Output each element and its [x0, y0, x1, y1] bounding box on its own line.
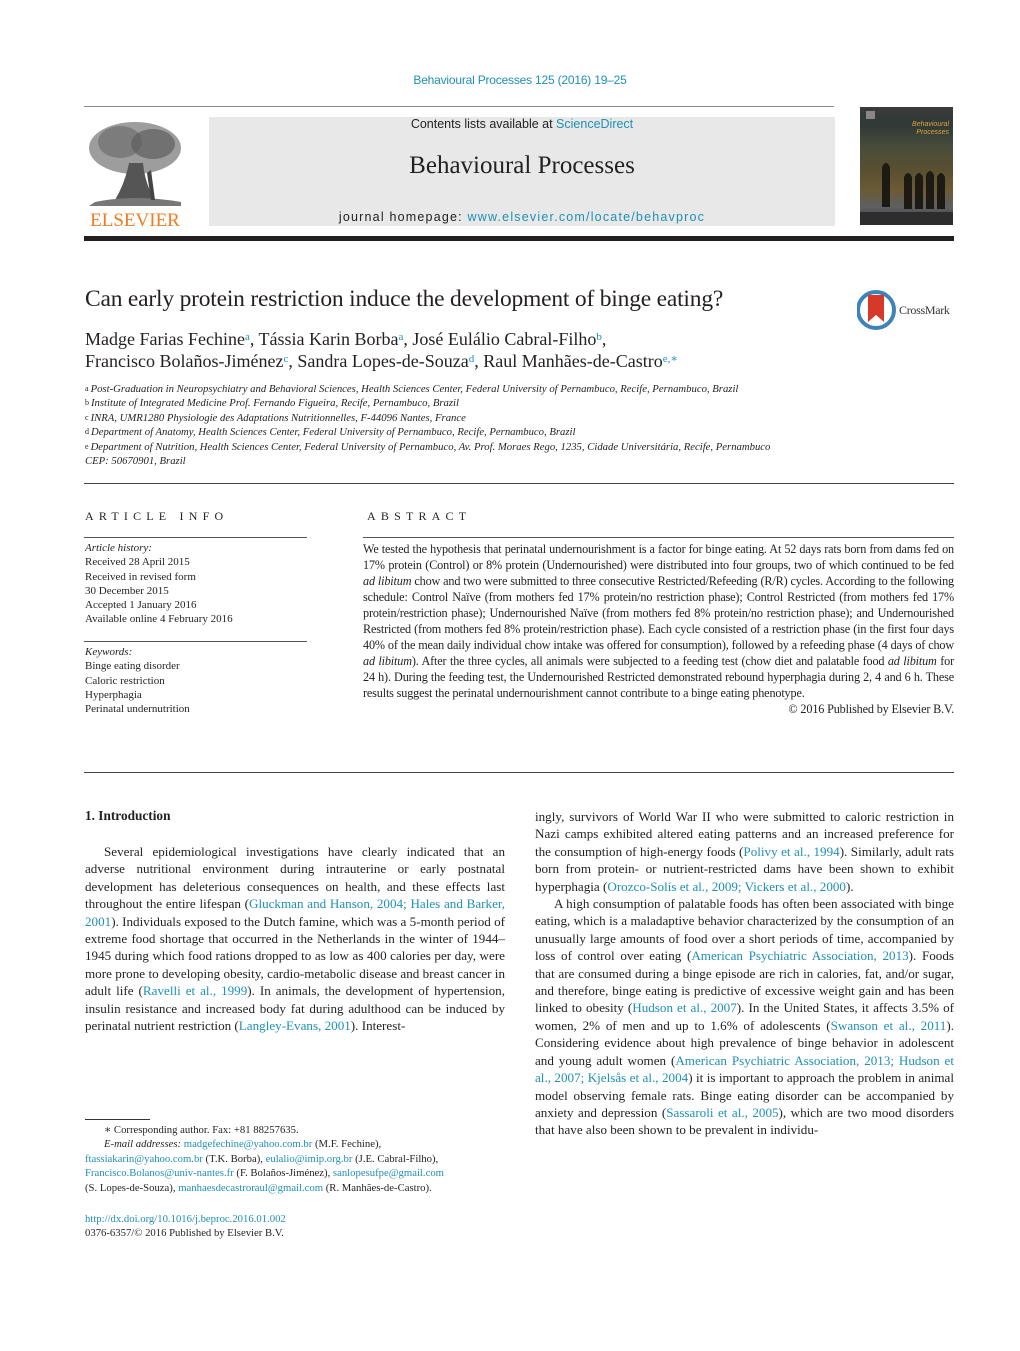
body-rule [84, 772, 954, 773]
keyword-item[interactable]: Hyperphagia [85, 688, 190, 702]
crossmark-button[interactable]: CrossMark [856, 290, 957, 330]
history-item: Received in revised form [85, 570, 196, 583]
author-name[interactable]: Francisco Bolaños-Jiménez [85, 351, 283, 371]
contents-availability: Contents lists available at ScienceDirec… [209, 117, 835, 131]
journal-banner: Contents lists available at ScienceDirec… [209, 117, 835, 226]
history-item: 30 December 2015 [85, 584, 169, 597]
citation-link[interactable]: Orozco-Solís et al., 2009; Vickers et al… [607, 879, 846, 894]
affiliation-marker[interactable]: c [283, 353, 288, 365]
corresponding-author-note: ∗ Corresponding author. Fax: +81 8825763… [104, 1124, 299, 1136]
journal-cover-thumbnail[interactable]: Behavioural Processes [860, 107, 953, 225]
contents-prefix: Contents lists available at [410, 117, 557, 131]
affiliation-item: d Department of Anatomy, Health Sciences … [85, 426, 576, 439]
citation-link[interactable]: Ravelli et al., 1999 [143, 983, 247, 998]
affiliation-marker[interactable]: e,∗ [663, 353, 678, 365]
article-info-heading: ARTICLE INFO [85, 509, 229, 523]
author-name[interactable]: Tássia Karin Borba [259, 329, 399, 349]
email-addresses: E-mail addresses: madgefechine@yahoo.com… [85, 1138, 444, 1194]
keyword-item[interactable]: Binge eating disorder [85, 659, 190, 673]
history-item: Accepted 1 January 2016 [85, 599, 197, 612]
affiliation-marker[interactable]: a [245, 331, 250, 343]
body-column-left: Several epidemiological investigations h… [85, 843, 505, 1034]
author-name[interactable]: Madge Farias Fechine [85, 329, 245, 349]
affiliation-marker[interactable]: a [399, 331, 404, 343]
affiliation-item: e Department of Nutrition, Health Science… [85, 440, 771, 453]
affiliation-item: c INRA, UMR1280 Physiologie des Adaptatio… [85, 411, 466, 424]
citation-link[interactable]: American Psychiatric Association, 2013 [691, 948, 908, 963]
issn-copyright: 0376-6357/© 2016 Published by Elsevier B… [85, 1227, 284, 1240]
abstract-copyright: © 2016 Published by Elsevier B.V. [788, 702, 954, 716]
section-heading-introduction: 1. Introduction [85, 808, 171, 823]
affiliation-marker[interactable]: d [469, 353, 475, 365]
elsevier-logo[interactable]: ELSEVIER [85, 118, 185, 231]
separator: , [601, 329, 607, 349]
email-link[interactable]: madgefechine@yahoo.com.br [184, 1138, 313, 1150]
article-history: Article history: Received 28 April 2015 R… [85, 541, 233, 627]
email-link[interactable]: ftassiakarin@yahoo.com.br [85, 1153, 203, 1165]
journal-title: Behavioural Processes [409, 152, 635, 179]
keywords-label: Keywords: [85, 646, 133, 658]
email-link[interactable]: eulalio@imip.org.br [266, 1153, 353, 1165]
history-label: Article history: [85, 542, 152, 554]
homepage-link[interactable]: www.elsevier.com/locate/behavproc [468, 210, 706, 224]
citation-link[interactable]: Sassaroli et al., 2005 [666, 1105, 778, 1120]
history-item: Available online 4 February 2016 [85, 613, 233, 626]
abstract-text: We tested the hypothesis that perinatal … [363, 542, 954, 716]
affiliations: a Post-Graduation in Neuropsychiatry and … [85, 382, 770, 468]
author-list: Madge Farias Fechinea, Tássia Karin Borb… [85, 328, 678, 372]
citation-link[interactable]: Langley-Evans, 2001 [239, 1018, 351, 1033]
citation-link[interactable]: Hudson et al., 2007 [632, 1000, 737, 1015]
affiliation-marker[interactable]: b [596, 331, 602, 343]
paragraph: Several epidemiological investigations h… [85, 844, 506, 1034]
abstract-heading: ABSTRACT [367, 509, 472, 523]
doi-link[interactable]: http://dx.doi.org/10.1016/j.beproc.2016.… [85, 1213, 286, 1225]
author-name[interactable]: Sandra Lopes-de-Souza [297, 351, 468, 371]
crossmark-label: CrossMark [899, 303, 950, 317]
email-link[interactable]: Francisco.Bolanos@univ-nantes.fr [85, 1167, 234, 1179]
journal-citation-link[interactable]: Behavioural Processes 125 (2016) 19–25 [0, 73, 1020, 87]
keyword-item[interactable]: Caloric restriction [85, 674, 190, 688]
article-info-rule [84, 537, 307, 538]
header-thick-rule [84, 236, 954, 241]
author-name[interactable]: José Eulálio Cabral-Filho [412, 329, 596, 349]
paragraph: ingly, survivors of World War II who wer… [535, 809, 954, 894]
authors-line-2: Francisco Bolaños-Jiménezc, Sandra Lopes… [85, 350, 678, 372]
separator: , [288, 351, 298, 371]
author-name[interactable]: Raul Manhães-de-Castro [483, 351, 662, 371]
homepage-prefix: journal homepage: [338, 210, 468, 224]
citation-link[interactable]: Swanson et al., 2011 [831, 1018, 947, 1033]
separator: , [474, 351, 484, 371]
footnotes: ∗ Corresponding author. Fax: +81 8825763… [85, 1123, 515, 1195]
header-rule [84, 106, 834, 107]
abstract-rule [363, 537, 954, 538]
affiliation-item: b Institute of Integrated Medicine Prof. … [85, 397, 459, 410]
email-link[interactable]: sanlopesufpe@gmail.com [333, 1167, 444, 1179]
elsevier-tree-icon: ELSEVIER [85, 118, 185, 231]
separator: , [249, 329, 259, 349]
article-title: Can early protein restriction induce the… [85, 286, 724, 312]
footnote-rule [85, 1119, 150, 1120]
keyword-item[interactable]: Perinatal undernutrition [85, 702, 190, 716]
keywords-rule [84, 641, 307, 642]
body-column-right: ingly, survivors of World War II who wer… [535, 808, 954, 1139]
affiliation-item: a Post-Graduation in Neuropsychiatry and … [85, 383, 739, 395]
crossmark-icon [856, 290, 896, 330]
paragraph: A high consumption of palatable foods ha… [535, 896, 955, 1138]
sciencedirect-link[interactable]: ScienceDirect [556, 117, 633, 131]
history-item: Received 28 April 2015 [85, 556, 190, 569]
authors-line-1: Madge Farias Fechinea, Tássia Karin Borb… [85, 328, 678, 350]
affiliation-item: CEP: 50670901, Brazil [85, 455, 186, 468]
section-rule [84, 483, 954, 484]
svg-text:ELSEVIER: ELSEVIER [90, 210, 180, 230]
email-link[interactable]: manhaesdecastroraul@gmail.com [178, 1182, 323, 1194]
keywords: Keywords: Binge eating disorder Caloric r… [85, 645, 190, 716]
journal-homepage: journal homepage: www.elsevier.com/locat… [209, 210, 835, 224]
meerkats-image-icon [860, 111, 953, 225]
doi-block: http://dx.doi.org/10.1016/j.beproc.2016.… [85, 1212, 286, 1241]
citation-link[interactable]: Polivy et al., 1994 [743, 844, 839, 859]
